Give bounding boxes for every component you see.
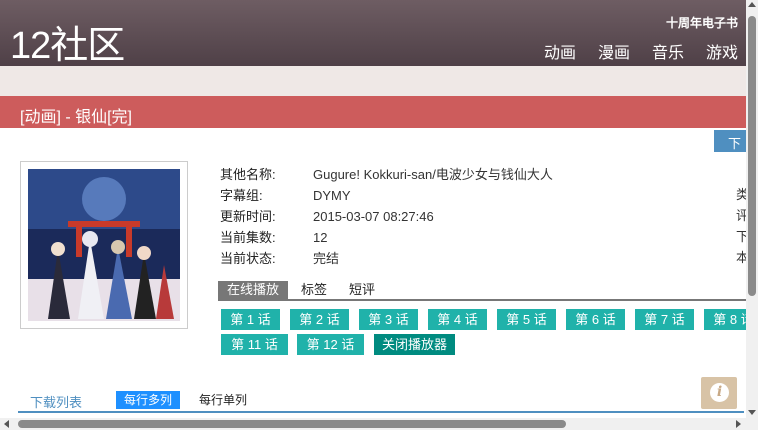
- episode-button[interactable]: 第 1 话: [221, 309, 280, 330]
- scroll-down-icon[interactable]: [748, 410, 756, 415]
- info-row-status: 当前状态: 完结: [220, 248, 553, 269]
- info-key: 当前集数:: [220, 230, 276, 245]
- info-key: 字幕组:: [220, 188, 263, 203]
- tab-online-play[interactable]: 在线播放: [218, 281, 289, 299]
- tab-multi-column[interactable]: 每行多列: [116, 391, 181, 409]
- info-key: 当前状态:: [220, 251, 276, 266]
- nav-item-anime[interactable]: 动画: [544, 39, 576, 63]
- page-title: [动画] - 银仙[完]: [20, 109, 133, 126]
- title-bar: [动画] - 银仙[完]: [0, 96, 746, 128]
- sub-bar: [0, 66, 746, 96]
- content-tabs: 在线播放 标签 短评: [218, 281, 746, 301]
- nav-item-manga[interactable]: 漫画: [598, 39, 630, 63]
- scroll-up-icon[interactable]: [748, 2, 756, 7]
- scroll-left-icon[interactable]: [4, 420, 9, 428]
- ebook-link[interactable]: 十周年电子书: [666, 14, 738, 31]
- download-button[interactable]: 下: [714, 130, 748, 152]
- episode-button[interactable]: 第 12 话: [297, 334, 364, 355]
- close-player-button[interactable]: 关闭播放器: [374, 334, 455, 355]
- tab-tags[interactable]: 标签: [292, 281, 336, 299]
- info-value: 完结: [313, 251, 340, 266]
- info-value: 12: [313, 230, 328, 245]
- info-value: Gugure! Kokkuri-san/电波少女与钱仙大人: [313, 167, 553, 182]
- cover-image: [20, 161, 188, 329]
- horizontal-scroll-thumb[interactable]: [18, 420, 566, 428]
- right-col-item: 本: [736, 250, 746, 265]
- episode-button[interactable]: 第 7 话: [635, 309, 694, 330]
- episode-button[interactable]: 第 8 话: [704, 309, 751, 330]
- info-panel: 其他名称: Gugure! Kokkuri-san/电波少女与钱仙大人 字幕组: D…: [220, 164, 553, 269]
- nav-item-music[interactable]: 音乐: [652, 39, 684, 63]
- right-col-item: 下: [736, 229, 746, 244]
- episode-button[interactable]: 第 4 话: [428, 309, 487, 330]
- cover-art: [28, 169, 180, 321]
- right-col-item: 评: [736, 208, 746, 223]
- info-row-subgroup: 字幕组: DYMY: [220, 185, 553, 206]
- site-header: 12社区 十周年电子书 动画 漫画 音乐 游戏: [0, 0, 746, 69]
- episode-list: 第 1 话 第 2 话 第 3 话 第 4 话 第 5 话 第 6 话 第 7 …: [221, 309, 751, 359]
- main-nav: 动画 漫画 音乐 游戏: [544, 39, 738, 63]
- episode-button[interactable]: 第 2 话: [290, 309, 349, 330]
- right-col-item: 类: [736, 187, 746, 202]
- download-list-label[interactable]: 下载列表: [30, 392, 82, 411]
- download-list-header: 下载列表 每行多列 每行单列: [18, 389, 744, 413]
- info-row-other-names: 其他名称: Gugure! Kokkuri-san/电波少女与钱仙大人: [220, 164, 553, 185]
- info-row-episodes: 当前集数: 12: [220, 227, 553, 248]
- info-value: 2015-03-07 08:27:46: [313, 209, 434, 224]
- info-icon-button[interactable]: i: [701, 377, 737, 409]
- episode-button[interactable]: 第 6 话: [566, 309, 625, 330]
- episode-button[interactable]: 第 3 话: [359, 309, 418, 330]
- vertical-scroll-thumb[interactable]: [748, 16, 756, 296]
- tab-single-column[interactable]: 每行单列: [199, 391, 247, 409]
- scroll-right-icon[interactable]: [736, 420, 741, 428]
- info-value: DYMY: [313, 188, 351, 203]
- info-icon: i: [710, 383, 729, 402]
- info-row-updated: 更新时间: 2015-03-07 08:27:46: [220, 206, 553, 227]
- info-right-column: 类 评 下 本: [736, 184, 746, 268]
- horizontal-scrollbar[interactable]: [0, 418, 746, 430]
- episode-button[interactable]: 第 5 话: [497, 309, 556, 330]
- nav-item-games[interactable]: 游戏: [706, 39, 738, 63]
- tab-comments[interactable]: 短评: [340, 281, 384, 299]
- site-logo[interactable]: 12社区: [10, 14, 125, 69]
- info-key: 其他名称:: [220, 167, 276, 182]
- info-key: 更新时间:: [220, 209, 276, 224]
- vertical-scrollbar[interactable]: [746, 0, 758, 430]
- episode-button[interactable]: 第 11 话: [221, 334, 288, 355]
